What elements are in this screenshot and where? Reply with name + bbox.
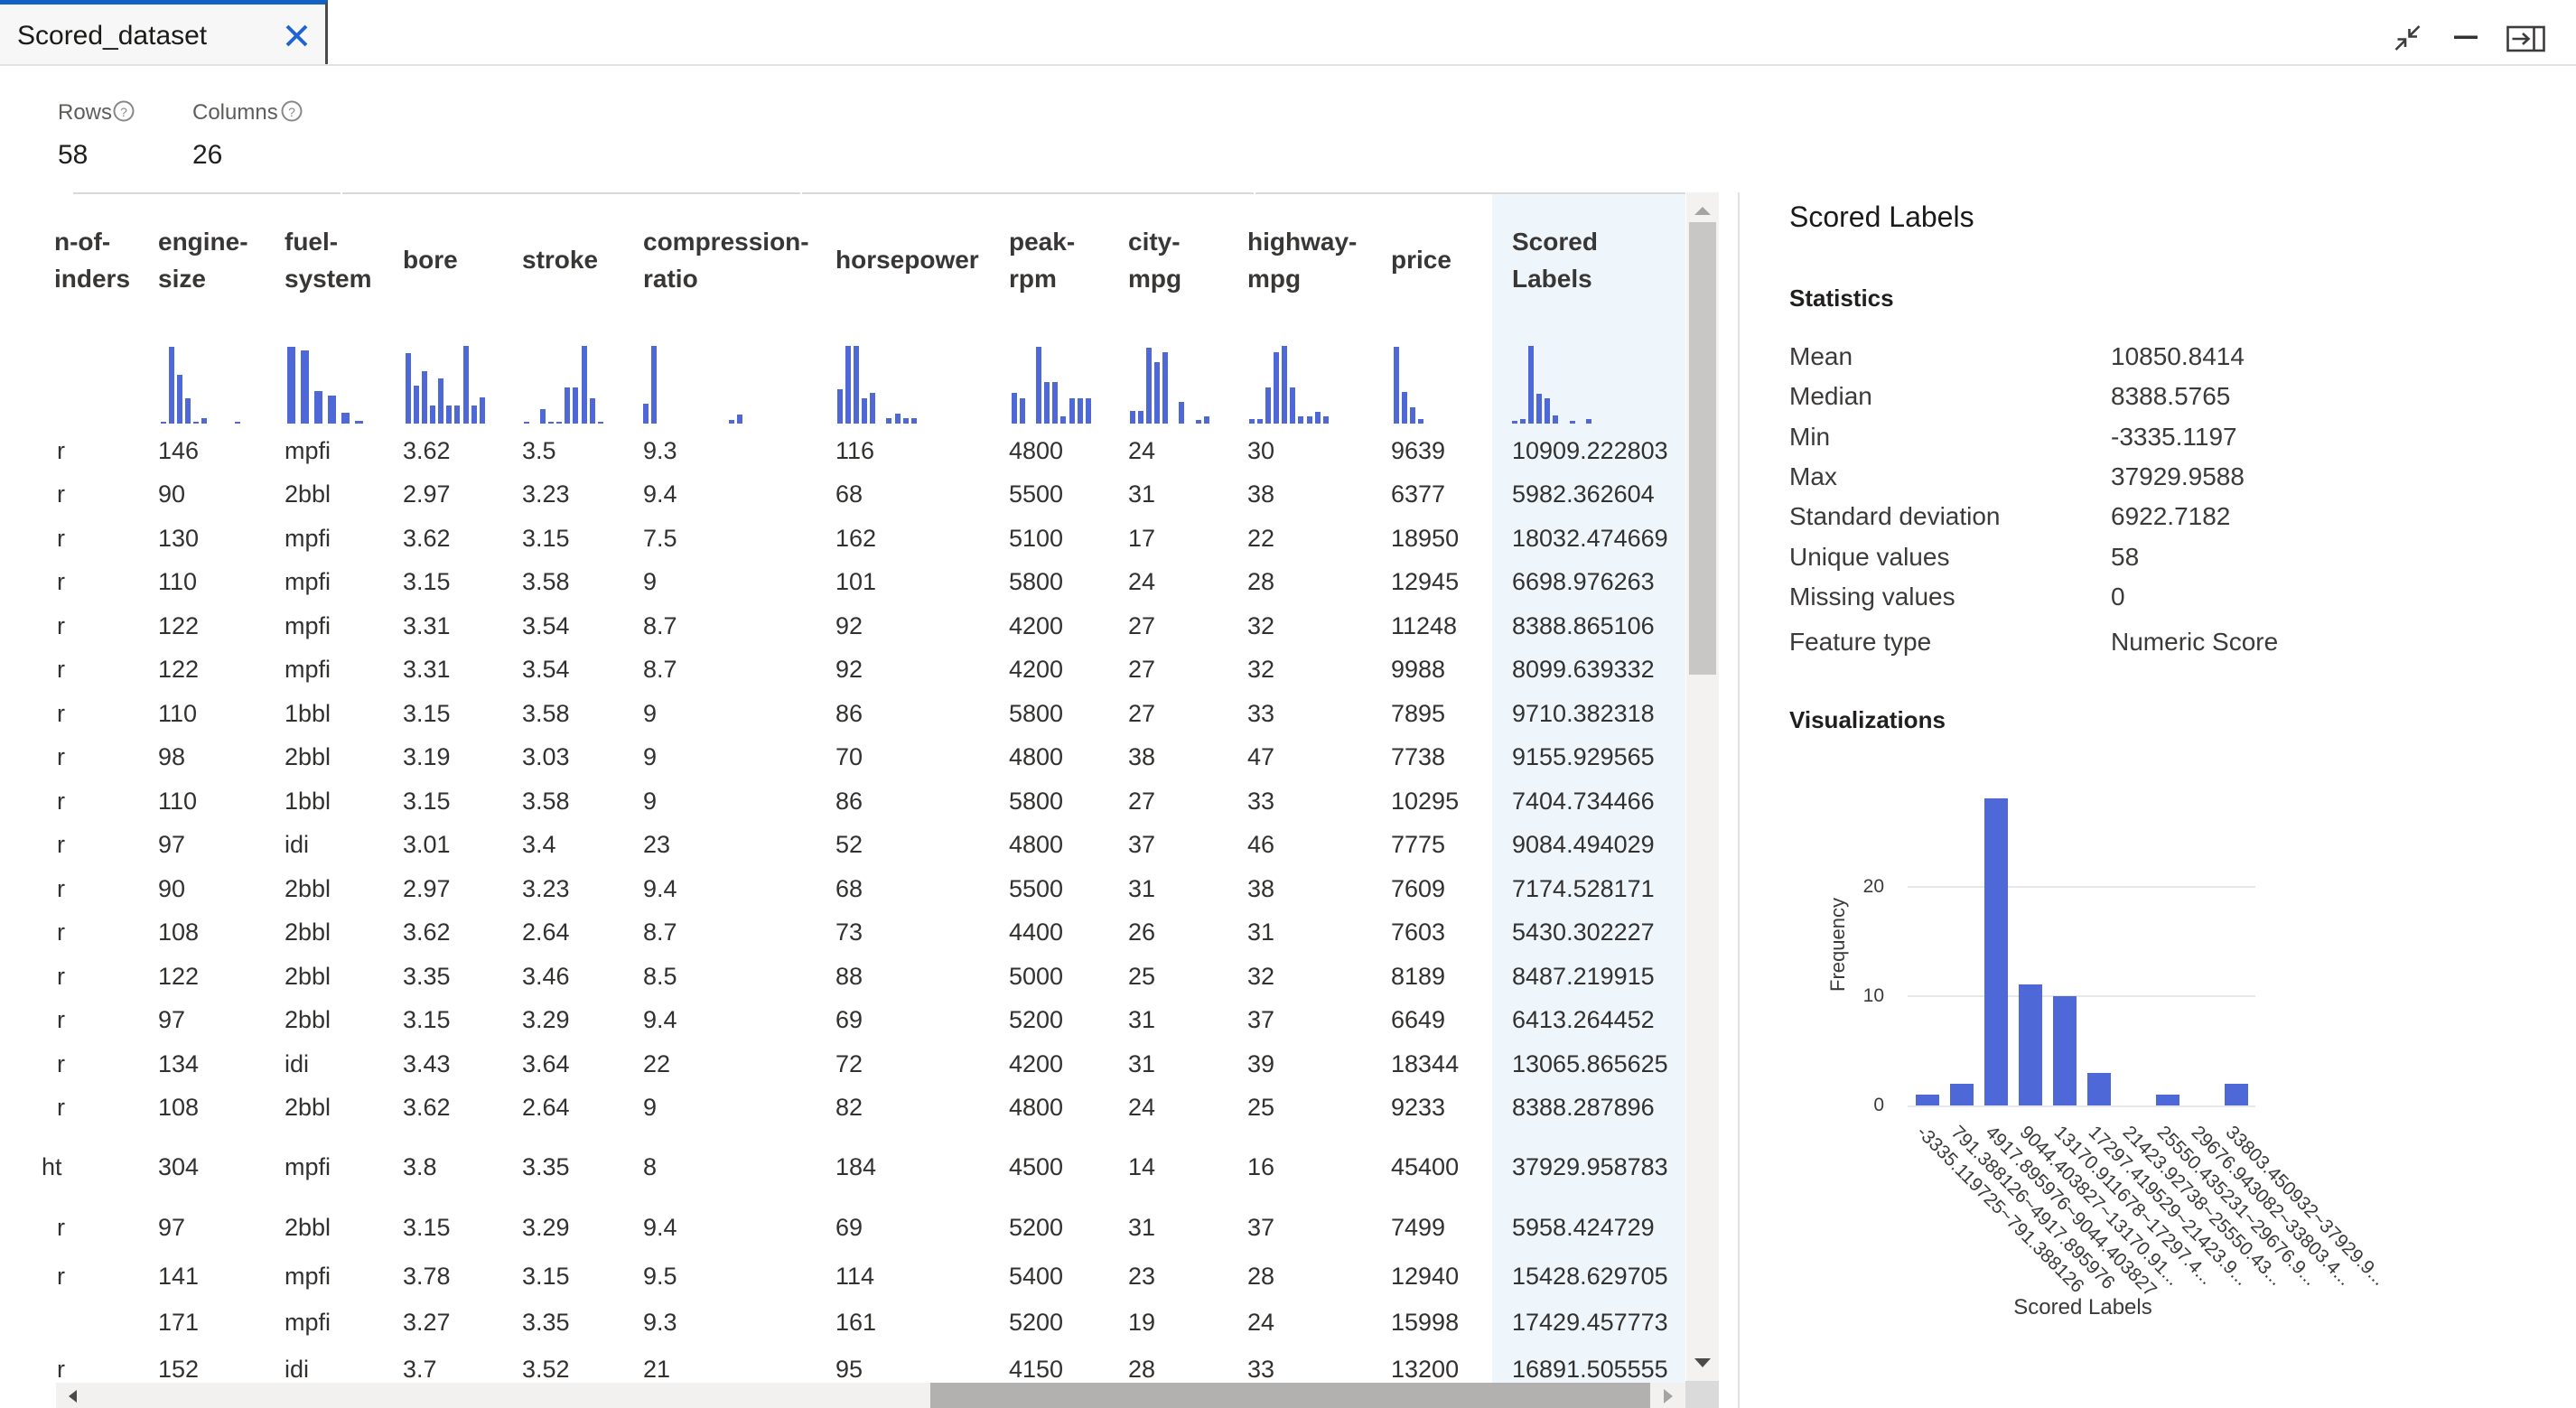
svg-text:?: ? [120, 105, 127, 119]
svg-text:?: ? [288, 105, 295, 119]
